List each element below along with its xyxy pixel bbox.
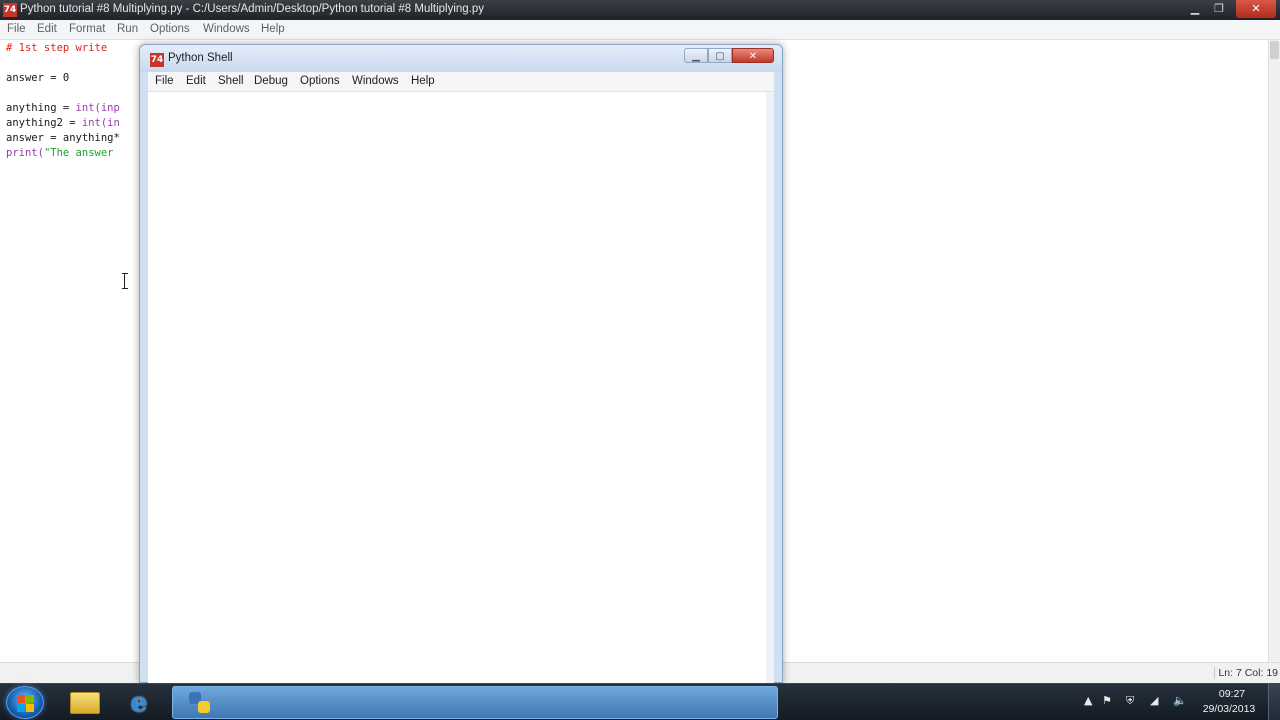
network-icon[interactable]: ◢ (1150, 694, 1158, 707)
editor-window-title: Python tutorial #8 Multiplying.py - C:/U… (20, 3, 485, 15)
menu-windows[interactable]: Windows (352, 75, 399, 87)
taskbar-ie-button[interactable]: e (113, 686, 167, 719)
menu-run[interactable]: Run (117, 23, 138, 35)
close-button[interactable]: ✕ (732, 48, 774, 63)
menu-help[interactable]: Help (411, 75, 435, 87)
python-shell-window: 74 Python Shell ▁ ▢ ✕ File Edit Shell De… (139, 44, 783, 684)
menu-shell[interactable]: Shell (218, 75, 244, 87)
menu-help[interactable]: Help (261, 23, 285, 35)
code-line: # 1st step write (6, 42, 108, 54)
shell-vertical-scrollbar[interactable] (766, 92, 774, 684)
menu-options[interactable]: Options (300, 75, 340, 87)
editor-titlebar[interactable]: 74 Python tutorial #8 Multiplying.py - C… (0, 0, 1280, 20)
clock-date[interactable]: 29/03/2013 (1196, 703, 1262, 715)
idle-app-icon: 74 (150, 53, 164, 67)
idle-app-icon: 74 (3, 3, 17, 17)
windows-start-orb-icon[interactable] (6, 686, 44, 719)
menu-debug[interactable]: Debug (254, 75, 288, 87)
code-line: anything = int(inp (6, 102, 120, 114)
scrollbar-thumb[interactable] (1270, 41, 1279, 59)
shell-menubar: File Edit Shell Debug Options Windows He… (148, 72, 774, 92)
menu-edit[interactable]: Edit (37, 23, 57, 35)
menu-edit[interactable]: Edit (186, 75, 206, 87)
code-token: int(in (81, 117, 120, 129)
close-button[interactable]: ✕ (1236, 0, 1276, 18)
cursor-position-status: Ln: 7 Col: 19 (1214, 667, 1278, 679)
code-token: int(inp (75, 102, 120, 114)
clock-time[interactable]: 09:27 (1202, 688, 1262, 700)
code-line: answer = anything* (6, 132, 120, 144)
folder-icon (70, 692, 100, 714)
taskbar-explorer-button[interactable] (58, 686, 112, 719)
menu-options[interactable]: Options (150, 23, 190, 35)
taskbar-python-button[interactable] (172, 686, 778, 719)
menu-windows[interactable]: Windows (203, 23, 250, 35)
text-cursor-icon (122, 273, 128, 289)
python-idle-icon (189, 692, 211, 714)
code-line: answer = 0 (6, 72, 70, 84)
code-line: print("The answer (6, 147, 113, 159)
code-token: anything2 = (6, 117, 82, 129)
shell-output-area[interactable] (148, 92, 774, 684)
maximize-button[interactable]: ▢ (708, 48, 732, 63)
minimize-button[interactable]: ▁ (684, 48, 708, 63)
minimize-button[interactable]: ▁ (1184, 0, 1206, 18)
shell-titlebar[interactable]: 74 Python Shell ▁ ▢ ✕ (140, 45, 782, 72)
code-token: print( (6, 147, 44, 159)
code-line: anything2 = int(in (6, 117, 120, 129)
action-center-flag-icon[interactable]: ⚑ (1102, 694, 1112, 707)
code-token: anything = (6, 102, 76, 114)
show-hidden-icons-icon[interactable]: ▲ (1084, 694, 1092, 707)
volume-icon[interactable]: 🔈 (1173, 694, 1187, 707)
editor-menubar: File Edit Format Run Options Windows Hel… (0, 20, 1280, 40)
show-desktop-button[interactable] (1268, 683, 1280, 720)
internet-explorer-icon: e (130, 688, 148, 718)
menu-file[interactable]: File (7, 23, 26, 35)
security-icon[interactable]: ⛨ (1126, 694, 1134, 708)
menu-file[interactable]: File (155, 75, 174, 87)
maximize-button[interactable]: ❐ (1208, 0, 1230, 18)
code-token: "The answer (43, 147, 114, 159)
editor-vertical-scrollbar[interactable] (1268, 40, 1280, 662)
menu-format[interactable]: Format (69, 23, 105, 35)
shell-window-title: Python Shell (168, 52, 233, 64)
